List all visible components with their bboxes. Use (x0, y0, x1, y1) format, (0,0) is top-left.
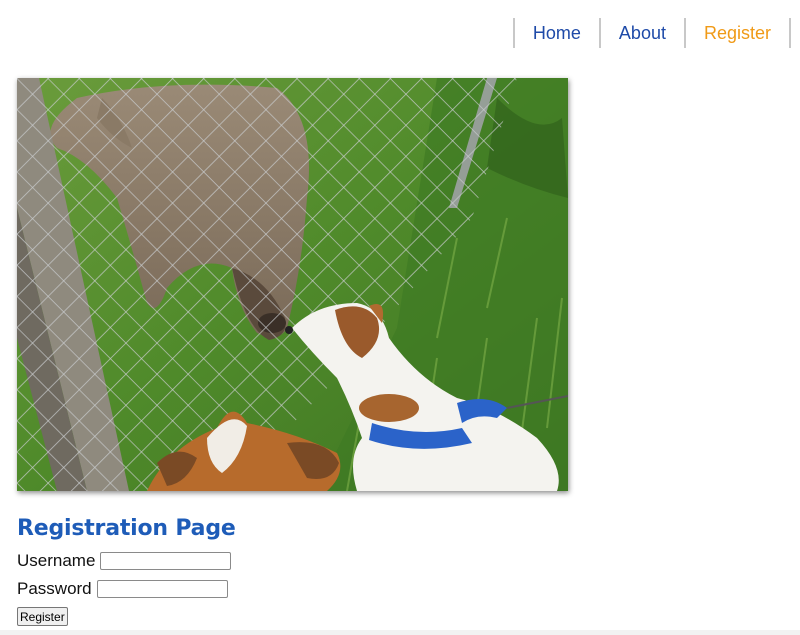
password-row: Password (17, 577, 231, 601)
username-label: Username (17, 551, 96, 570)
top-nav: Home About Register (512, 18, 791, 48)
username-row: Username (17, 549, 232, 573)
password-label: Password (17, 579, 92, 598)
donkey-dogs-photo (17, 78, 568, 491)
submit-row: Register (17, 607, 68, 626)
register-button[interactable]: Register (17, 607, 68, 626)
nav-home-link[interactable]: Home (512, 18, 599, 48)
password-input[interactable] (96, 580, 228, 598)
registration-form: Username Password (17, 549, 232, 605)
nav-register-link[interactable]: Register (683, 18, 791, 48)
hero-photo (17, 78, 568, 491)
bottom-strip (0, 630, 800, 635)
username-input[interactable] (100, 552, 232, 570)
page-title: Registration Page (17, 516, 236, 541)
nav-about-link[interactable]: About (598, 18, 684, 48)
